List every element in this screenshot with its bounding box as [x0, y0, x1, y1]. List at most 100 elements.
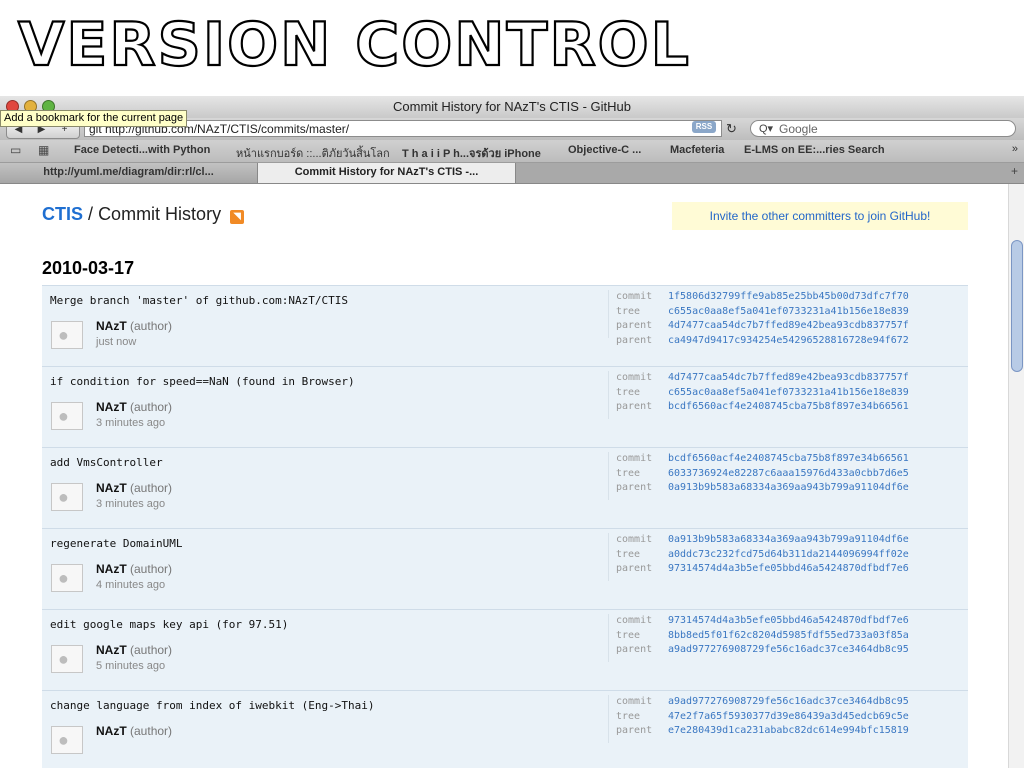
meta-label: commit: [616, 372, 653, 383]
parent-hash-link[interactable]: bcdf6560acf4e2408745cba75b8f897e34b66561: [668, 401, 909, 412]
tree-hash-link[interactable]: 47e2f7a65f5930377d39e86439a3d45edcb69c5e: [668, 711, 909, 722]
avatar[interactable]: ●: [51, 564, 83, 592]
tree-hash-link[interactable]: 6033736924e82287c6aaa15976d433a0cbb7d6e5: [668, 468, 909, 479]
commit-time: just now: [96, 336, 137, 348]
meta-label: commit: [616, 291, 653, 302]
commit-author: NAzT (author): [96, 724, 172, 738]
author-role: (author): [130, 319, 173, 333]
bookmark-item[interactable]: Face Detecti...with Python: [74, 144, 210, 156]
meta-label: tree: [616, 710, 641, 722]
repo-link[interactable]: CTIS: [42, 204, 83, 224]
parent-hash-link[interactable]: a9ad977276908729fe56c16adc37ce3464db8c95: [668, 644, 909, 655]
commit-meta: commit bcdf6560acf4e2408745cba75b8f897e34…: [608, 452, 909, 500]
meta-label: commit: [616, 453, 653, 464]
meta-label: commit: [616, 696, 653, 707]
commit-hash-link[interactable]: 1f5806d32799ffe9ab85e25bb45b00d73dfc7f70: [668, 291, 909, 302]
search-input[interactable]: Q▾ Google: [750, 120, 1016, 137]
avatar[interactable]: ●: [51, 483, 83, 511]
bookmark-item[interactable]: Macfeteria: [670, 144, 724, 156]
parent-hash-link[interactable]: 97314574d4a3b5efe05bbd46a5424870dfbdf7e6: [668, 563, 909, 574]
commit-message[interactable]: regenerate DomainUML: [50, 537, 182, 550]
bookmark-tooltip: Add a bookmark for the current page: [0, 110, 188, 127]
meta-label: tree: [616, 386, 641, 398]
meta-label: parent: [616, 320, 653, 331]
commit-row: add VmsController ● NAzT (author) 3 minu…: [42, 447, 968, 528]
commit-row: if condition for speed==NaN (found in Br…: [42, 366, 968, 447]
commit-row: change language from index of iwebkit (E…: [42, 690, 968, 768]
rss-icon[interactable]: ◥: [230, 210, 245, 224]
commit-list: Merge branch 'master' of github.com:NAzT…: [42, 285, 968, 768]
tree-hash-link[interactable]: c655ac0aa8ef5a041ef0733231a41b156e18e839: [668, 387, 909, 398]
commit-author: NAzT (author): [96, 400, 172, 414]
commit-row: edit google maps key api (for 97.51) ● N…: [42, 609, 968, 690]
commit-message[interactable]: add VmsController: [50, 456, 163, 469]
commit-message[interactable]: Merge branch 'master' of github.com:NAzT…: [50, 294, 348, 307]
commit-time: 3 minutes ago: [96, 417, 166, 429]
commit-message[interactable]: change language from index of iwebkit (E…: [50, 699, 375, 712]
commit-meta: commit a9ad977276908729fe56c16adc37ce3464…: [608, 695, 909, 743]
bookmark-item[interactable]: E-LMS on EE:...ries Search: [744, 144, 885, 156]
book-icon[interactable]: ▭: [10, 143, 21, 157]
bookmarks-bar: ▭ ▦ Face Detecti...with Python หน้าแรกบอ…: [0, 140, 1024, 163]
meta-label: parent: [616, 644, 653, 655]
tab-yuml[interactable]: http://yuml.me/diagram/dir:rl/cl...: [0, 163, 258, 183]
avatar[interactable]: ●: [51, 645, 83, 673]
commit-hash-link[interactable]: a9ad977276908729fe56c16adc37ce3464db8c95: [668, 696, 909, 707]
new-tab-icon[interactable]: +: [1011, 164, 1018, 178]
commit-hash-link[interactable]: 4d7477caa54dc7b7ffed89e42bea93cdb837757f: [668, 372, 909, 383]
reload-icon[interactable]: ↻: [726, 120, 737, 137]
tab-commit-history[interactable]: Commit History for NAzT's CTIS -...: [258, 163, 516, 183]
user-icon: ●: [58, 649, 69, 669]
commit-message[interactable]: edit google maps key api (for 97.51): [50, 618, 288, 631]
user-icon: ●: [58, 325, 69, 345]
commit-message[interactable]: if condition for speed==NaN (found in Br…: [50, 375, 355, 388]
date-heading: 2010-03-17: [42, 258, 135, 278]
tree-hash-link[interactable]: c655ac0aa8ef5a041ef0733231a41b156e18e839: [668, 306, 909, 317]
author-role: (author): [130, 724, 173, 738]
author-name[interactable]: NAzT: [96, 562, 127, 576]
avatar[interactable]: ●: [51, 726, 83, 754]
page-content: CTIS / Commit History ◥ Invite the other…: [0, 184, 1024, 768]
section-title: Commit History: [98, 204, 222, 224]
commit-hash-link[interactable]: 97314574d4a3b5efe05bbd46a5424870dfbdf7e6: [668, 615, 909, 626]
vertical-scrollbar[interactable]: [1008, 184, 1024, 768]
meta-label: parent: [616, 725, 653, 736]
meta-label: commit: [616, 615, 653, 626]
meta-label: parent: [616, 334, 653, 346]
parent-hash-link[interactable]: 4d7477caa54dc7b7ffed89e42bea93cdb837757f: [668, 320, 909, 331]
tree-hash-link[interactable]: a0ddc73c232fcd75d64b311da2144096994ff02e: [668, 549, 909, 560]
bookmark-item[interactable]: T h a i i P h...จรด้วย iPhone: [402, 144, 541, 162]
meta-label: tree: [616, 548, 641, 560]
bookmark-item[interactable]: หน้าแรกบอร์ด ::...ติภัยวันสิ้นโลก: [236, 144, 390, 162]
user-icon: ●: [58, 487, 69, 507]
commit-hash-link[interactable]: bcdf6560acf4e2408745cba75b8f897e34b66561: [668, 453, 909, 464]
scroll-thumb[interactable]: [1011, 240, 1023, 372]
grid-icon[interactable]: ▦: [38, 143, 49, 157]
author-role: (author): [130, 643, 173, 657]
parent-hash-link[interactable]: e7e280439d1ca231ababc82dc614e994bfc15819: [668, 725, 909, 736]
more-bookmarks-icon[interactable]: »: [1012, 143, 1018, 155]
meta-label: parent: [616, 482, 653, 493]
commit-hash-link[interactable]: 0a913b9b583a68334a369aa943b799a91104df6e: [668, 534, 909, 545]
commit-meta: commit 4d7477caa54dc7b7ffed89e42bea93cdb8…: [608, 371, 909, 419]
avatar[interactable]: ●: [51, 402, 83, 430]
parent-hash-link[interactable]: 0a913b9b583a68334a369aa943b799a91104df6e: [668, 482, 909, 493]
author-name[interactable]: NAzT: [96, 400, 127, 414]
browser-window: Commit History for NAzT's CTIS - GitHub …: [0, 96, 1024, 768]
author-name[interactable]: NAzT: [96, 319, 127, 333]
commit-row: Merge branch 'master' of github.com:NAzT…: [42, 285, 968, 366]
author-name[interactable]: NAzT: [96, 481, 127, 495]
rss-badge[interactable]: RSS: [692, 121, 716, 133]
bookmark-item[interactable]: Objective-C ...: [568, 144, 641, 156]
slide-title: VERSION CONTROL: [17, 9, 691, 81]
invite-committers-link[interactable]: Invite the other committers to join GitH…: [672, 202, 968, 230]
commit-author: NAzT (author): [96, 481, 172, 495]
author-name[interactable]: NAzT: [96, 643, 127, 657]
parent-hash-link[interactable]: ca4947d9417c934254e54296528816728e94f672: [668, 335, 909, 346]
avatar[interactable]: ●: [51, 321, 83, 349]
search-placeholder: Google: [779, 122, 818, 136]
meta-label: tree: [616, 467, 641, 479]
meta-label: parent: [616, 563, 653, 574]
tree-hash-link[interactable]: 8bb8ed5f01f62c8204d5985fdf55ed733a03f85a: [668, 630, 909, 641]
author-name[interactable]: NAzT: [96, 724, 127, 738]
